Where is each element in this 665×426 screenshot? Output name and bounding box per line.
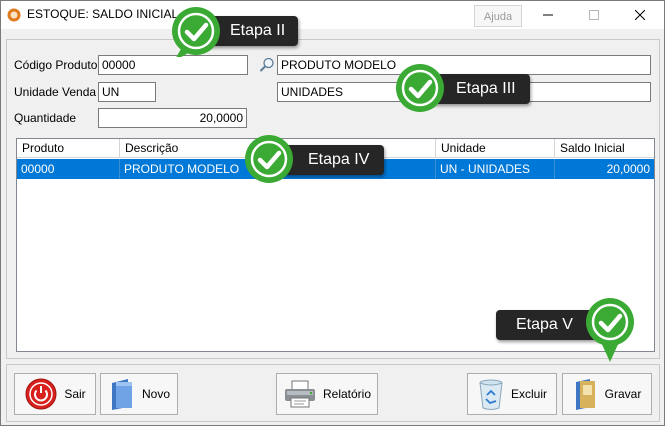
sair-button[interactable]: Sair: [14, 373, 96, 415]
close-button[interactable]: [617, 1, 663, 29]
codigo-produto-input[interactable]: 00000: [98, 55, 248, 75]
title-bar: ESTOQUE: SALDO INICIAL Ajuda: [1, 1, 664, 29]
column-header-produto[interactable]: Produto: [17, 139, 120, 157]
callout-etapa-ii-label: Etapa II: [230, 22, 286, 39]
minimize-icon: [543, 14, 553, 16]
excluir-label: Excluir: [510, 387, 547, 401]
app-icon: [7, 8, 21, 22]
window-title: ESTOQUE: SALDO INICIAL: [27, 7, 179, 21]
callout-etapa-iv-label: Etapa IV: [308, 151, 370, 168]
help-button[interactable]: Ajuda: [474, 5, 522, 27]
new-folder-icon: [111, 379, 132, 410]
check-icon: [396, 64, 444, 112]
descricao-produto-field: PRODUTO MODELO: [277, 55, 651, 75]
gravar-label: Gravar: [604, 387, 642, 401]
sair-label: Sair: [64, 387, 86, 401]
excluir-button[interactable]: Excluir: [467, 373, 557, 415]
codigo-produto-label: Código Produto: [14, 58, 98, 72]
column-header-saldo-inicial[interactable]: Saldo Inicial: [555, 139, 654, 157]
column-header-unidade[interactable]: Unidade: [436, 139, 555, 157]
relatorio-button[interactable]: Relatório: [276, 373, 378, 415]
quantidade-input[interactable]: 20,0000: [98, 108, 247, 128]
maximize-icon: [589, 10, 599, 20]
relatorio-label: Relatório: [322, 387, 372, 401]
cell-saldo-inicial: 20,0000: [606, 162, 650, 176]
search-icon: [259, 57, 274, 72]
save-folder-icon: [575, 379, 595, 410]
callout-etapa-iii-label: Etapa III: [456, 80, 516, 97]
check-icon: [172, 7, 220, 57]
novo-button[interactable]: Novo: [100, 373, 178, 415]
main-window: ESTOQUE: SALDO INICIAL Ajuda Código Prod…: [0, 0, 665, 426]
gravar-button[interactable]: Gravar: [562, 373, 652, 415]
maximize-button[interactable]: [571, 1, 617, 29]
power-off-icon: [25, 378, 57, 410]
callout-etapa-v-label: Etapa V: [516, 316, 573, 333]
cell-unidade: UN - UNIDADES: [436, 159, 555, 179]
unidade-venda-input[interactable]: UN: [98, 82, 156, 102]
action-toolbar: Sair Novo Relatório Excluir Gravar: [6, 364, 660, 422]
quantidade-label: Quantidade: [14, 111, 77, 125]
search-product-button[interactable]: [257, 55, 277, 75]
novo-label: Novo: [141, 387, 170, 401]
minimize-button[interactable]: [525, 1, 571, 29]
check-icon: [586, 298, 634, 362]
recycle-bin-icon: [479, 379, 503, 410]
close-icon: [635, 10, 645, 20]
unidade-venda-label: Unidade Venda: [14, 85, 97, 99]
printer-icon: [284, 380, 315, 408]
cell-produto: 00000: [17, 159, 120, 179]
check-icon: [245, 135, 293, 183]
